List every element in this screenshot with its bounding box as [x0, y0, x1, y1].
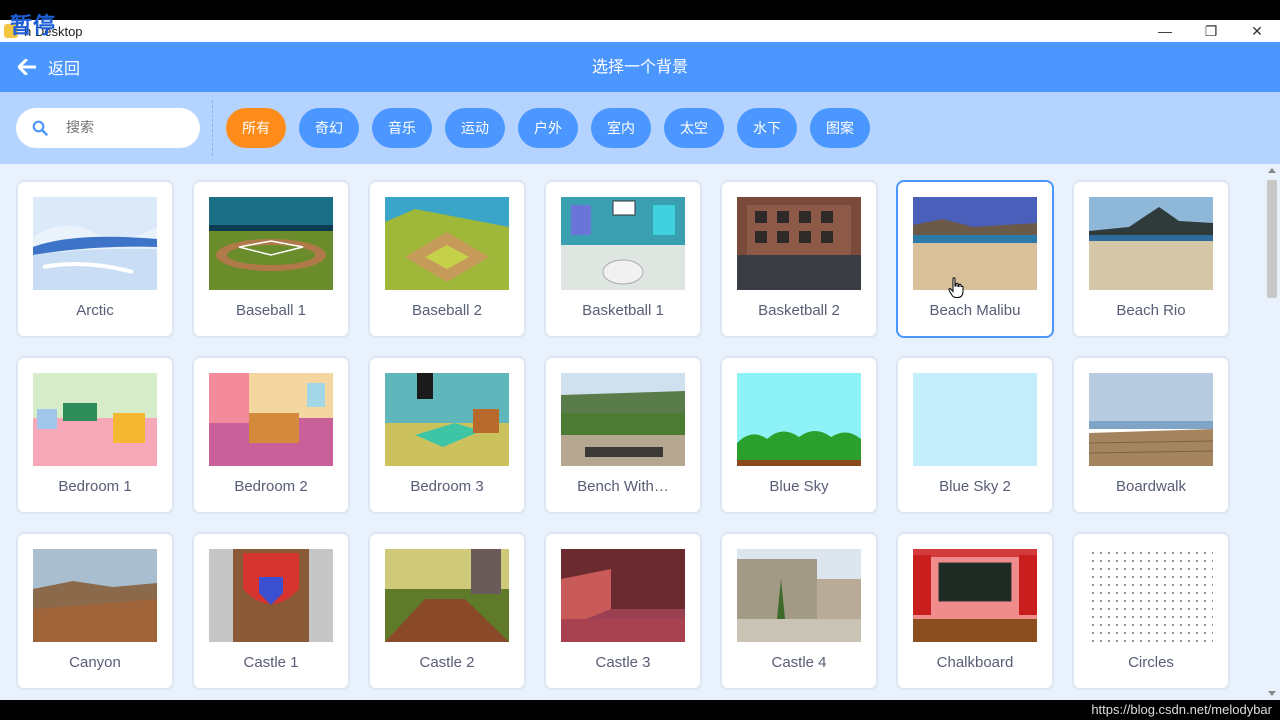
- backdrop-card[interactable]: Canyon: [16, 532, 174, 690]
- pause-overlay-text: 暂停: [10, 14, 57, 39]
- backdrop-thumbnail: [561, 373, 685, 466]
- backdrop-card[interactable]: Bedroom 1: [16, 356, 174, 514]
- backdrop-card[interactable]: Bench With…: [544, 356, 702, 514]
- tag-1[interactable]: 奇幻: [299, 108, 359, 148]
- header: 返回 选择一个背景: [0, 42, 1280, 92]
- backdrop-thumbnail: [33, 549, 157, 642]
- backdrop-thumbnail: [913, 197, 1037, 290]
- backdrop-label: Circles: [1128, 654, 1174, 671]
- scroll-up-icon[interactable]: [1268, 168, 1276, 173]
- filter-bar: 所有奇幻音乐运动户外室内太空水下图案: [0, 92, 1280, 164]
- backdrop-label: Castle 4: [771, 654, 827, 671]
- backdrop-card[interactable]: Baseball 1: [192, 180, 350, 338]
- backdrop-thumbnail: [209, 197, 333, 290]
- backdrop-card[interactable]: Baseball 2: [368, 180, 526, 338]
- backdrop-thumbnail: [385, 549, 509, 642]
- watermark-text: https://blog.csdn.net/melodybar: [1091, 702, 1272, 717]
- scrollbar[interactable]: [1264, 164, 1280, 700]
- backdrop-label: Castle 1: [243, 654, 299, 671]
- backdrop-label: Arctic: [76, 302, 114, 319]
- tag-5[interactable]: 室内: [591, 108, 651, 148]
- backdrop-label: Canyon: [69, 654, 121, 671]
- backdrop-card[interactable]: Castle 1: [192, 532, 350, 690]
- tag-8[interactable]: 图案: [810, 108, 870, 148]
- search-box[interactable]: [16, 108, 200, 148]
- backdrop-card[interactable]: Bedroom 3: [368, 356, 526, 514]
- backdrop-label: Beach Rio: [1116, 302, 1186, 319]
- app-window: h Desktop — ❐ ✕ 返回 选择一个背景 搜索 所有 奇幻 音乐 运动…: [0, 20, 1280, 700]
- search-icon: [32, 120, 48, 136]
- close-button[interactable]: ✕: [1234, 20, 1280, 42]
- backdrop-card[interactable]: Beach Rio: [1072, 180, 1230, 338]
- scrollbar-thumb[interactable]: [1267, 180, 1277, 298]
- backdrop-label: Castle 2: [419, 654, 475, 671]
- tag-7[interactable]: 水下: [737, 108, 797, 148]
- backdrop-label: Basketball 1: [582, 302, 664, 319]
- backdrop-thumbnail: [1089, 197, 1213, 290]
- backdrop-card[interactable]: Chalkboard: [896, 532, 1054, 690]
- backdrop-label: Baseball 1: [235, 302, 307, 319]
- minimize-button[interactable]: —: [1142, 20, 1188, 42]
- backdrop-card[interactable]: Blue Sky 2: [896, 356, 1054, 514]
- backdrop-thumbnail: [209, 373, 333, 466]
- backdrop-label: Chalkboard: [936, 654, 1014, 671]
- backdrop-label: Beach Malibu: [929, 302, 1021, 319]
- backdrop-card[interactable]: Blue Sky: [720, 356, 878, 514]
- tag-0[interactable]: 所有: [226, 108, 286, 148]
- backdrop-thumbnail: [913, 549, 1037, 642]
- backdrop-label: Castle 3: [595, 654, 651, 671]
- window-controls: — ❐ ✕: [1142, 20, 1280, 42]
- backdrop-label: Bedroom 1: [58, 478, 132, 495]
- search-input[interactable]: [66, 120, 176, 136]
- backdrop-thumbnail: [33, 197, 157, 290]
- backdrop-card[interactable]: Circles: [1072, 532, 1230, 690]
- backdrop-card[interactable]: Bedroom 2: [192, 356, 350, 514]
- screen: 暂停 h Desktop — ❐ ✕ 返回 选择一个背景 搜索 所有 奇幻 音乐…: [0, 0, 1280, 720]
- backdrop-thumbnail: [385, 373, 509, 466]
- backdrop-card[interactable]: Basketball 2: [720, 180, 878, 338]
- scroll-down-icon[interactable]: [1268, 691, 1276, 696]
- tag-list: 所有 奇幻 音乐 运动 户外 室内 太空 水下 图案: [226, 108, 883, 148]
- backdrop-card[interactable]: Basketball 1: [544, 180, 702, 338]
- backdrop-thumbnail: [913, 373, 1037, 466]
- backdrop-card[interactable]: Arctic: [16, 180, 174, 338]
- backdrop-label: Boardwalk: [1115, 478, 1187, 495]
- backdrop-label: Bedroom 2: [234, 478, 308, 495]
- backdrop-thumbnail: [1089, 549, 1213, 642]
- backdrop-thumbnail: [209, 549, 333, 642]
- backdrop-label: Bench With…: [577, 478, 669, 495]
- backdrop-card[interactable]: Castle 2: [368, 532, 526, 690]
- backdrop-thumbnail: [737, 197, 861, 290]
- backdrop-label: Blue Sky: [769, 478, 829, 495]
- backdrop-thumbnail: [737, 373, 861, 466]
- title-bar: h Desktop — ❐ ✕: [0, 20, 1280, 42]
- backdrop-thumbnail: [1089, 373, 1213, 466]
- backdrop-card[interactable]: Castle 4: [720, 532, 878, 690]
- backdrop-card[interactable]: Boardwalk: [1072, 356, 1230, 514]
- backdrop-label: Blue Sky 2: [939, 478, 1011, 495]
- page-title: 选择一个背景: [591, 57, 688, 76]
- tag-2[interactable]: 音乐: [372, 108, 432, 148]
- backdrop-card[interactable]: Castle 3: [544, 532, 702, 690]
- tag-4[interactable]: 户外: [518, 108, 578, 148]
- tag-6[interactable]: 太空: [664, 108, 724, 148]
- backdrop-grid: Arctic Baseball 1 Baseball 2 Basketball 1 Ba…: [0, 164, 1264, 700]
- backdrop-card[interactable]: Beach Malibu: [896, 180, 1054, 338]
- backdrop-thumbnail: [737, 549, 861, 642]
- backdrop-label: Bedroom 3: [410, 478, 484, 495]
- backdrop-thumbnail: [561, 197, 685, 290]
- backdrop-label: Baseball 2: [411, 302, 483, 319]
- backdrop-thumbnail: [33, 373, 157, 466]
- restore-button[interactable]: ❐: [1188, 20, 1234, 42]
- hand-cursor-icon: [948, 277, 964, 298]
- backdrop-thumbnail: [385, 197, 509, 290]
- filter-divider: [212, 100, 213, 156]
- backdrop-thumbnail: [561, 549, 685, 642]
- backdrop-label: Basketball 2: [758, 302, 840, 319]
- tag-3[interactable]: 运动: [445, 108, 505, 148]
